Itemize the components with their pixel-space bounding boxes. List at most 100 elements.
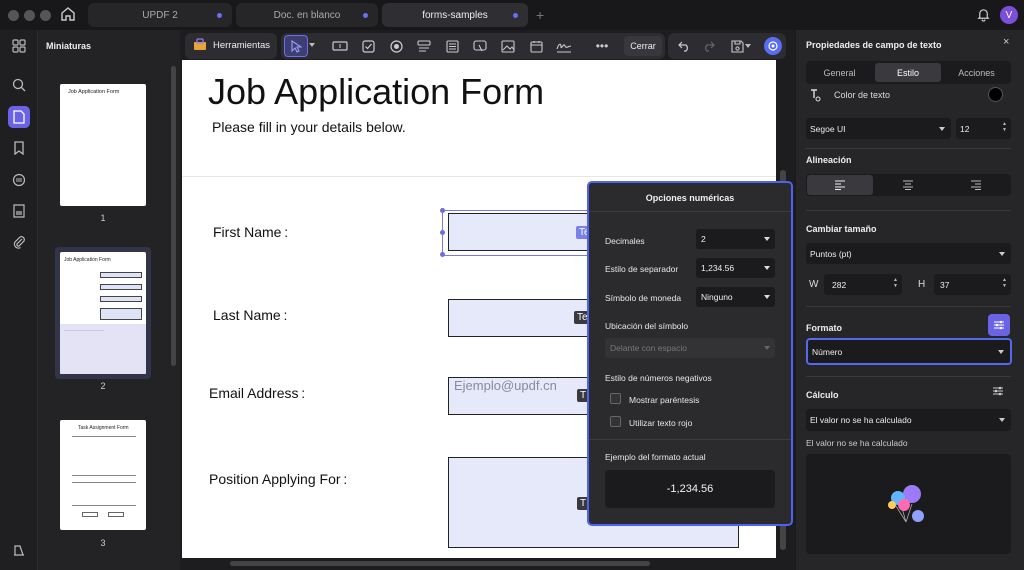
tab-acciones[interactable]: Acciones <box>944 63 1009 82</box>
bookmark-icon[interactable] <box>9 138 29 158</box>
redo-icon[interactable] <box>698 36 718 56</box>
undo-icon[interactable] <box>674 36 694 56</box>
thumbnail-page-3[interactable]: Task Assignment Form <box>60 420 146 530</box>
signature-icon[interactable] <box>554 36 574 56</box>
bell-icon[interactable] <box>976 7 991 22</box>
tab-updf-2[interactable]: UPDF 2 <box>88 3 232 27</box>
dropdown-field-icon[interactable] <box>414 36 434 56</box>
thumbnail-page-1[interactable]: Job Application Form <box>60 84 146 206</box>
height-value: 37 <box>940 279 950 290</box>
width-value: 282 <box>832 279 847 290</box>
format-options-icon[interactable] <box>988 314 1010 336</box>
font-family-value: Segoe UI <box>810 123 846 134</box>
tab-general[interactable]: General <box>808 63 871 82</box>
left-rail <box>0 30 38 570</box>
text-color-label: Color de texto <box>834 90 891 100</box>
tab-label: forms-samples <box>422 9 488 21</box>
separator-select[interactable]: 1,234.56 <box>696 258 775 278</box>
symbol-position-select[interactable]: Delante con espacio <box>605 338 775 358</box>
font-size-input[interactable]: 12 ▲ ▼ <box>956 118 1011 139</box>
window-close-button[interactable] <box>8 10 19 21</box>
attachment-page-icon[interactable] <box>9 201 29 221</box>
font-family-select[interactable]: Segoe UI <box>806 118 951 139</box>
ai-assistant-icon[interactable] <box>764 37 782 55</box>
save-chevron-icon[interactable] <box>745 44 751 48</box>
align-right-icon[interactable] <box>943 175 1009 195</box>
layers-icon[interactable] <box>9 540 29 560</box>
show-parentheses-label: Mostrar paréntesis <box>629 395 700 405</box>
negative-style-label: Estilo de números negativos <box>605 373 712 383</box>
symbol-position-value: Delante con espacio <box>610 343 688 353</box>
last-name-label: Last Name : <box>213 307 288 323</box>
thumbnail-title: Job Application Form <box>68 89 120 95</box>
tab-label: UPDF 2 <box>142 9 178 21</box>
panel-close-icon[interactable]: × <box>1003 36 1009 48</box>
show-parentheses-checkbox[interactable] <box>610 393 621 404</box>
grid-icon[interactable] <box>9 36 29 56</box>
balloons-illustration-icon <box>882 478 932 528</box>
calculation-options-icon[interactable] <box>992 386 1004 396</box>
calculation-value: El valor no se ha calculado <box>810 415 912 425</box>
tab-forms-samples[interactable]: forms-samples <box>382 3 528 27</box>
email-label: Email Address : <box>209 385 306 401</box>
decimals-select[interactable]: 2 <box>696 229 775 249</box>
calculation-note: El valor no se ha calculado <box>806 438 908 448</box>
more-icon[interactable]: ••• <box>592 36 612 56</box>
thumbnail-page-2[interactable]: Job Application Form <box>60 252 146 374</box>
save-icon[interactable] <box>727 36 747 56</box>
units-select[interactable]: Puntos (pt) <box>806 243 1011 264</box>
select-cursor-icon[interactable] <box>284 35 308 57</box>
tab-estilo[interactable]: Estilo <box>875 63 941 82</box>
height-input[interactable]: 37 ▲ ▼ <box>934 274 1011 295</box>
first-name-label: First Name : <box>213 224 289 240</box>
format-select[interactable]: Número <box>806 338 1012 365</box>
home-icon[interactable] <box>60 6 76 22</box>
close-form-button[interactable]: Cerrar <box>624 36 662 56</box>
paperclip-icon[interactable] <box>9 232 29 252</box>
align-center-icon[interactable] <box>875 175 941 195</box>
example-value: -1,234.56 <box>605 470 775 508</box>
window-minimize-button[interactable] <box>24 10 35 21</box>
use-red-text-checkbox[interactable] <box>610 416 621 427</box>
calculation-label: Cálculo <box>806 390 839 400</box>
comment-icon[interactable] <box>9 170 29 190</box>
thumbnail-title: Task Assignment Form <box>78 425 129 431</box>
toolbox-icon <box>193 38 207 52</box>
use-red-text-label: Utilizar texto rojo <box>629 418 693 428</box>
thumbnails-scrollbar[interactable] <box>171 66 176 366</box>
button-field-icon[interactable] <box>470 36 490 56</box>
chevron-down-icon[interactable] <box>309 43 315 47</box>
date-field-icon[interactable] <box>526 36 546 56</box>
format-label: Formato <box>806 323 842 333</box>
font-size-value: 12 <box>960 123 970 134</box>
horizontal-scrollbar[interactable] <box>230 561 650 566</box>
calculation-select[interactable]: El valor no se ha calculado <box>806 409 1011 431</box>
email-placeholder: Ejemplo@updf.cn <box>454 378 557 393</box>
separator-value: 1,234.56 <box>701 263 735 273</box>
tab-doc-en-blanco[interactable]: Doc. en blanco <box>236 3 378 27</box>
search-icon[interactable] <box>9 75 29 95</box>
list-box-icon[interactable] <box>442 36 462 56</box>
avatar[interactable]: V <box>1000 6 1018 24</box>
currency-value: Ninguno <box>701 292 733 302</box>
text-field-icon[interactable] <box>330 36 350 56</box>
format-value: Número <box>812 346 843 357</box>
align-left-icon[interactable] <box>807 175 873 195</box>
image-field-icon[interactable] <box>498 36 518 56</box>
tools-button[interactable]: Herramientas <box>213 40 270 51</box>
new-tab-plus-icon[interactable]: + <box>536 7 544 23</box>
window-zoom-button[interactable] <box>40 10 51 21</box>
resize-label: Cambiar tamaño <box>806 224 877 234</box>
checkbox-icon[interactable] <box>358 36 378 56</box>
thumbnails-panel: Miniaturas Job Application Form 1 Job Ap… <box>38 30 180 570</box>
thumbnail-number: 2 <box>100 381 106 391</box>
thumbnail-title: Job Application Form <box>64 257 111 263</box>
currency-select[interactable]: Ninguno <box>696 287 775 307</box>
pages-icon[interactable] <box>8 106 30 128</box>
thumbnail-number: 1 <box>100 213 106 223</box>
position-label: Position Applying For : <box>209 471 348 487</box>
radio-button-icon[interactable] <box>386 36 406 56</box>
height-label: H <box>918 279 926 290</box>
text-color-swatch[interactable] <box>988 87 1003 102</box>
width-input[interactable]: 282 ▲ ▼ <box>824 274 902 295</box>
